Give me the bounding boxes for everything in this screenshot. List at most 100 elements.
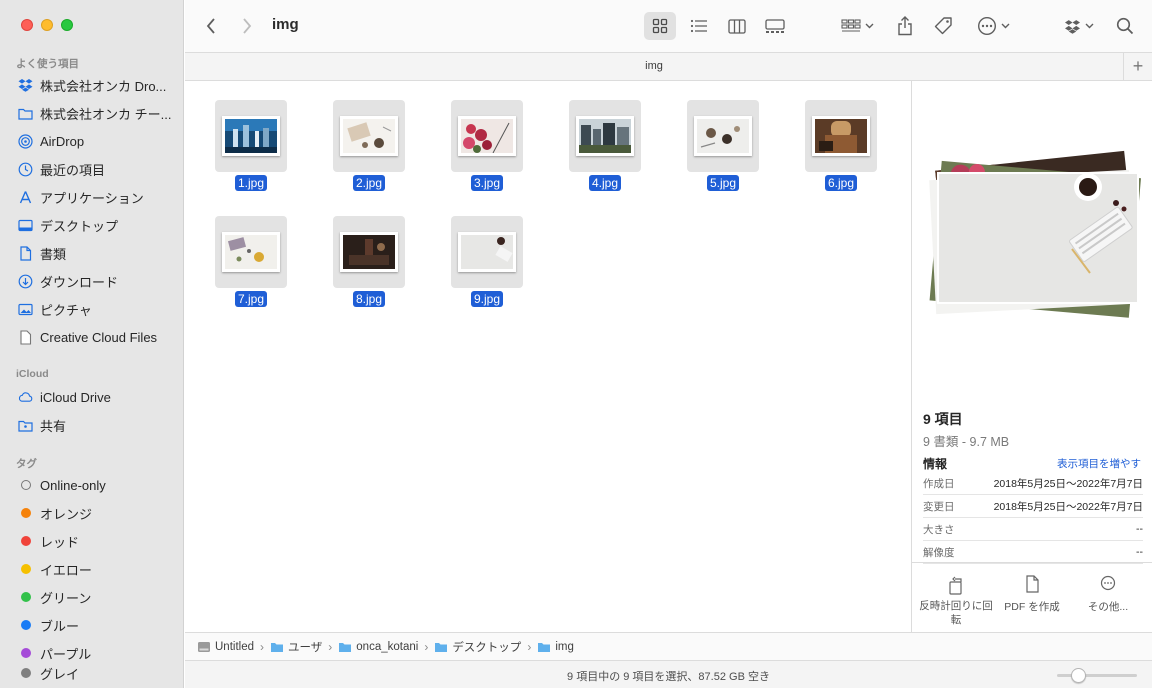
chevron-right-icon: › — [424, 639, 429, 654]
desktop-icon — [18, 218, 33, 233]
airdrop-icon — [18, 133, 33, 149]
list-view-button[interactable] — [685, 12, 713, 40]
column-view-button[interactable] — [723, 12, 751, 40]
close-window-button[interactable] — [21, 19, 33, 31]
file-item[interactable]: 2.jpg — [303, 100, 421, 210]
list-icon — [690, 19, 707, 33]
sidebar-item-shared[interactable]: 共有 — [8, 412, 178, 438]
zoom-window-button[interactable] — [61, 19, 73, 31]
path-item-desktop[interactable]: デスクトップ — [434, 639, 521, 655]
tag-label: レッド — [40, 534, 80, 550]
info-row-size: 大きさ -- — [923, 518, 1143, 541]
file-thumbnail — [451, 216, 523, 288]
rotate-left-button[interactable]: 反時計回りに回転 — [918, 575, 994, 627]
sidebar-item-downloads[interactable]: ダウンロード — [8, 268, 178, 294]
favorites-heading: よく使う項目 — [16, 58, 79, 70]
slider-knob[interactable] — [1071, 668, 1086, 683]
file-item[interactable]: 4.jpg — [539, 100, 657, 210]
file-thumbnail — [687, 100, 759, 172]
status-bar: 9 項目中の 9 項目を選択、87.52 GB 空き — [185, 660, 1152, 688]
dropbox-menu-button[interactable] — [1061, 12, 1097, 40]
create-pdf-button[interactable]: PDF を作成 — [994, 575, 1070, 614]
sidebar-tag-red[interactable]: レッド — [8, 528, 178, 554]
sidebar-item-creative-cloud[interactable]: Creative Cloud Files — [8, 324, 178, 350]
sidebar-item-airdrop[interactable]: AirDrop — [8, 128, 178, 154]
group-by-button[interactable] — [837, 12, 877, 40]
sidebar-tag-yellow[interactable]: イエロー — [8, 556, 178, 582]
share-button[interactable] — [891, 12, 919, 40]
tag-label: グリーン — [40, 590, 92, 606]
sidebar-item-desktop[interactable]: デスクトップ — [8, 212, 178, 238]
action-label: PDF を作成 — [1004, 601, 1060, 613]
icon-size-slider[interactable] — [1057, 668, 1137, 683]
sidebar-tag-online-only[interactable]: Online-only — [8, 472, 178, 498]
file-item[interactable]: 1.jpg — [185, 100, 303, 210]
path-item-untitled[interactable]: Untitled — [197, 641, 254, 653]
path-item-home[interactable]: onca_kotani — [338, 641, 418, 653]
file-name[interactable]: 5.jpg — [706, 175, 740, 191]
sidebar-item-team-folder[interactable]: 株式会社オンカ チー... — [8, 100, 178, 126]
search-button[interactable] — [1111, 12, 1139, 40]
tab-img[interactable]: img — [185, 60, 1123, 72]
file-item[interactable]: 7.jpg — [185, 216, 303, 326]
sidebar-item-dropbox[interactable]: 株式会社オンカ Dro... — [8, 72, 178, 98]
file-item[interactable]: 9.jpg — [421, 216, 539, 326]
info-value: 2018年5月25日〜2022年7月7日 — [993, 477, 1143, 490]
more-actions-button[interactable]: その他... — [1070, 575, 1146, 614]
sidebar-item-pictures[interactable]: ピクチャ — [8, 296, 178, 322]
sidebar-item-label: AirDrop — [40, 133, 85, 149]
sidebar-item-documents[interactable]: 書類 — [8, 240, 178, 266]
file-name[interactable]: 9.jpg — [470, 291, 504, 307]
sidebar-item-label: Creative Cloud Files — [40, 329, 158, 345]
sidebar-tag-blue[interactable]: ブルー — [8, 612, 178, 638]
info-key: 変更日 — [923, 500, 955, 513]
file-item[interactable]: 3.jpg — [421, 100, 539, 210]
sidebar-item-label: アプリケーション — [40, 190, 144, 206]
sidebar-tag-green[interactable]: グリーン — [8, 584, 178, 610]
forward-button[interactable] — [235, 14, 259, 38]
file-grid[interactable]: 1.jpg 2.jpg 3.jpg 4.jpg 5.jpg 6.jpg 7.jp… — [185, 81, 911, 632]
file-item[interactable]: 6.jpg — [775, 100, 893, 210]
folder-icon — [271, 642, 283, 652]
file-item[interactable]: 5.jpg — [657, 100, 775, 210]
sidebar-tag-gray[interactable]: グレイ — [8, 662, 178, 684]
file-name[interactable]: 8.jpg — [352, 291, 386, 307]
show-more-link[interactable]: 表示項目を増やす — [1057, 456, 1141, 471]
icon-view-button[interactable] — [644, 12, 676, 40]
action-menu-button[interactable] — [973, 12, 1013, 40]
new-tab-button[interactable]: + — [1123, 53, 1152, 80]
share-icon — [898, 16, 912, 36]
document-icon — [1026, 575, 1039, 593]
path-item-img[interactable]: img — [537, 641, 574, 653]
file-name[interactable]: 2.jpg — [352, 175, 386, 191]
sidebar-item-icloud-drive[interactable]: iCloud Drive — [8, 384, 178, 410]
back-button[interactable] — [199, 14, 223, 38]
sidebar-item-label: 最近の項目 — [40, 162, 106, 178]
file-name[interactable]: 7.jpg — [234, 291, 268, 307]
dropbox-icon — [18, 78, 33, 93]
file-name[interactable]: 1.jpg — [234, 175, 268, 191]
sidebar-item-label: ダウンロード — [40, 274, 119, 290]
sidebar: よく使う項目 株式会社オンカ Dro... 株式会社オンカ チー... AirD… — [0, 0, 184, 688]
sidebar-item-applications[interactable]: アプリケーション — [8, 184, 178, 210]
minimize-window-button[interactable] — [41, 19, 53, 31]
tag-button[interactable] — [929, 12, 957, 40]
stacked-preview-image — [929, 150, 1142, 318]
file-thumbnail — [805, 100, 877, 172]
folder-icon — [18, 106, 33, 121]
sidebar-tag-orange[interactable]: オレンジ — [8, 500, 178, 526]
quick-actions: 反時計回りに回転 PDF を作成 その他... — [912, 562, 1152, 632]
file-name[interactable]: 3.jpg — [470, 175, 504, 191]
sidebar-item-recents[interactable]: 最近の項目 — [8, 156, 178, 182]
file-name[interactable]: 6.jpg — [824, 175, 858, 191]
preview-pane: 9 項目 9 書類 - 9.7 MB 情報 表示項目を増やす 作成日 2018年5… — [911, 81, 1152, 632]
dropbox-icon — [1065, 19, 1080, 34]
file-thumbnail — [569, 100, 641, 172]
file-name[interactable]: 4.jpg — [588, 175, 622, 191]
grid-icon — [652, 18, 668, 34]
path-item-users[interactable]: ユーザ — [270, 639, 322, 655]
gallery-view-button[interactable] — [761, 12, 789, 40]
file-item[interactable]: 8.jpg — [303, 216, 421, 326]
download-icon — [18, 274, 33, 289]
tag-dot-icon — [18, 534, 33, 549]
